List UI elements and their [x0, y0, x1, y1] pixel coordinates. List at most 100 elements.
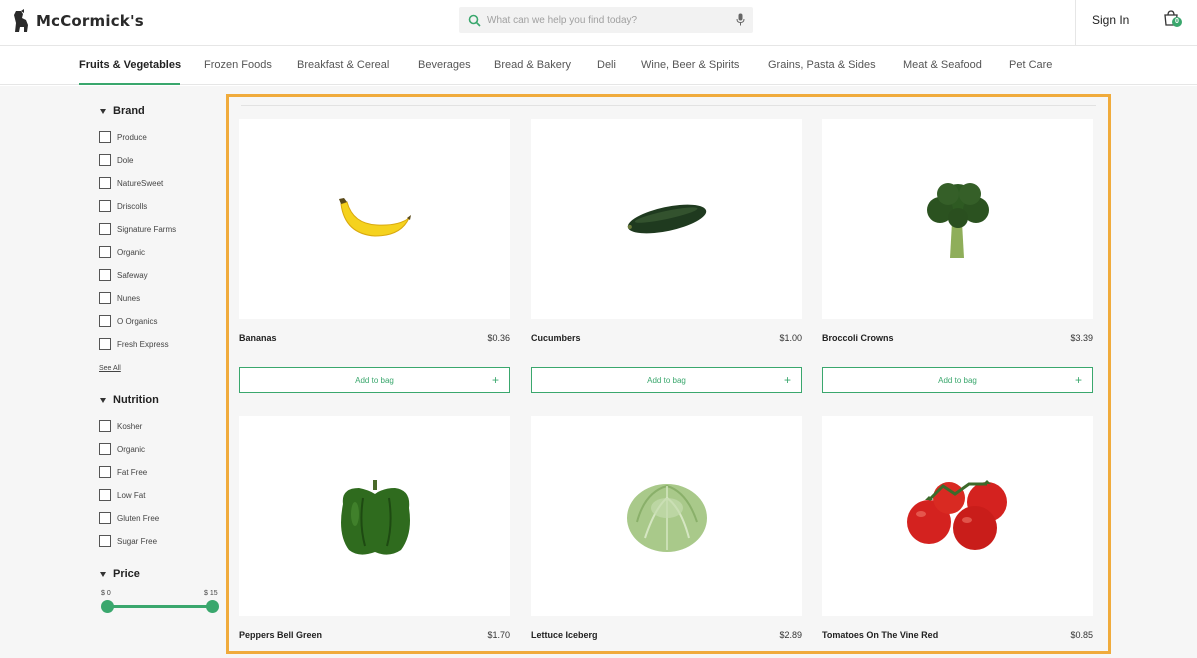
tab-beverages[interactable]: Beverages [418, 59, 471, 71]
sign-in-link[interactable]: Sign In [1092, 13, 1129, 27]
checkbox[interactable] [99, 466, 111, 478]
price-filter-toggle[interactable]: Price [100, 568, 140, 580]
add-to-bag-button[interactable]: Add to bag + [239, 367, 510, 393]
checkbox[interactable] [99, 246, 111, 258]
checkbox[interactable] [99, 489, 111, 501]
product-card: Lettuce Iceberg $2.89 [531, 416, 802, 640]
product-name[interactable]: Tomatoes On The Vine Red [822, 630, 938, 640]
cucumber-icon [627, 204, 706, 234]
checkbox[interactable] [99, 292, 111, 304]
product-price: $0.85 [1070, 630, 1093, 640]
product-name[interactable]: Bananas [239, 333, 277, 343]
microphone-icon[interactable] [736, 13, 745, 31]
tab-frozen-foods[interactable]: Frozen Foods [204, 59, 272, 71]
product-price: $1.00 [779, 333, 802, 343]
checkbox[interactable] [99, 443, 111, 455]
brand-option[interactable]: Nunes [99, 292, 140, 304]
product-image[interactable] [822, 416, 1093, 616]
checkbox[interactable] [99, 200, 111, 212]
product-name[interactable]: Peppers Bell Green [239, 630, 322, 640]
tab-deli[interactable]: Deli [597, 59, 616, 71]
nutrition-option[interactable]: Gluten Free [99, 512, 159, 524]
product-card: Bananas $0.36 Add to bag + [239, 119, 510, 393]
brand-option[interactable]: Signature Farms [99, 223, 176, 235]
add-to-bag-label: Add to bag [938, 375, 977, 385]
logo[interactable]: McCormick's [12, 9, 144, 33]
checkbox[interactable] [99, 315, 111, 327]
header-divider [1075, 0, 1076, 46]
nutrition-option[interactable]: Organic [99, 443, 145, 455]
search-bar[interactable] [459, 7, 753, 33]
brand-option[interactable]: Produce [99, 131, 147, 143]
nutrition-option-label: Sugar Free [117, 536, 158, 546]
nutrition-option[interactable]: Fat Free [99, 466, 147, 478]
brand-option[interactable]: O Organics [99, 315, 157, 327]
tab-bread-bakery[interactable]: Bread & Bakery [494, 59, 571, 71]
brand-option-label: Signature Farms [117, 224, 177, 234]
nutrition-option-label: Gluten Free [117, 513, 160, 523]
brand-filter-title: Brand [113, 105, 145, 117]
active-tab-underline [79, 83, 180, 85]
product-name[interactable]: Lettuce Iceberg [531, 630, 598, 640]
category-nav: Fruits & Vegetables Frozen Foods Breakfa… [0, 47, 1197, 85]
checkbox[interactable] [99, 154, 111, 166]
add-to-bag-button[interactable]: Add to bag + [531, 367, 802, 393]
add-to-bag-label: Add to bag [647, 375, 686, 385]
see-all-brands-link[interactable]: See All [99, 365, 121, 372]
tab-breakfast-cereal[interactable]: Breakfast & Cereal [297, 59, 389, 71]
search-icon[interactable] [461, 14, 487, 27]
site-header: McCormick's Sign In 0 [0, 0, 1197, 46]
price-slider-track[interactable] [107, 605, 212, 608]
product-image[interactable] [239, 119, 510, 319]
brand-option[interactable]: Dole [99, 154, 133, 166]
caret-down-icon [100, 397, 106, 403]
nutrition-filter-title: Nutrition [113, 394, 159, 406]
add-to-bag-button[interactable]: Add to bag + [822, 367, 1093, 393]
tab-wine-beer-spirits[interactable]: Wine, Beer & Spirits [641, 59, 739, 71]
checkbox[interactable] [99, 512, 111, 524]
price-slider-min-handle[interactable] [101, 600, 114, 613]
cart-button[interactable]: 0 [1163, 10, 1185, 30]
brand-option-label: Organic [117, 247, 146, 257]
nutrition-option[interactable]: Kosher [99, 420, 142, 432]
nutrition-filter-toggle[interactable]: Nutrition [100, 394, 159, 406]
nutrition-option-label: Organic [117, 444, 146, 454]
product-image[interactable] [531, 416, 802, 616]
brand-option-label: Produce [117, 132, 147, 142]
checkbox[interactable] [99, 223, 111, 235]
tab-fruits-vegetables[interactable]: Fruits & Vegetables [79, 59, 181, 71]
price-filter-title: Price [113, 568, 140, 580]
product-name[interactable]: Cucumbers [531, 333, 581, 343]
brand-option[interactable]: Safeway [99, 269, 148, 281]
product-image[interactable] [239, 416, 510, 616]
product-image[interactable] [822, 119, 1093, 319]
checkbox[interactable] [99, 177, 111, 189]
price-slider-max-handle[interactable] [206, 600, 219, 613]
nutrition-option[interactable]: Sugar Free [99, 535, 157, 547]
tab-meat-seafood[interactable]: Meat & Seafood [903, 59, 982, 71]
checkbox[interactable] [99, 420, 111, 432]
tab-grains-pasta-sides[interactable]: Grains, Pasta & Sides [768, 59, 876, 71]
brand-option-label: Nunes [117, 293, 141, 303]
product-name[interactable]: Broccoli Crowns [822, 333, 894, 343]
checkbox[interactable] [99, 338, 111, 350]
checkbox[interactable] [99, 535, 111, 547]
brand-option[interactable]: Fresh Express [99, 338, 169, 350]
product-card: Cucumbers $1.00 Add to bag + [531, 119, 802, 393]
brand-filter-toggle[interactable]: Brand [100, 105, 145, 117]
checkbox[interactable] [99, 131, 111, 143]
tab-pet-care[interactable]: Pet Care [1009, 59, 1052, 71]
logo-text: McCormick's [36, 12, 144, 30]
product-image[interactable] [531, 119, 802, 319]
search-input[interactable] [487, 14, 727, 26]
nutrition-option-label: Low Fat [117, 490, 146, 500]
product-price: $1.70 [487, 630, 510, 640]
brand-option[interactable]: Driscolls [99, 200, 147, 212]
product-price: $0.36 [487, 333, 510, 343]
brand-option[interactable]: NatureSweet [99, 177, 163, 189]
nutrition-option[interactable]: Low Fat [99, 489, 145, 501]
checkbox[interactable] [99, 269, 111, 281]
product-card: Tomatoes On The Vine Red $0.85 [822, 416, 1093, 640]
plus-icon: + [491, 373, 499, 387]
brand-option[interactable]: Organic [99, 246, 145, 258]
